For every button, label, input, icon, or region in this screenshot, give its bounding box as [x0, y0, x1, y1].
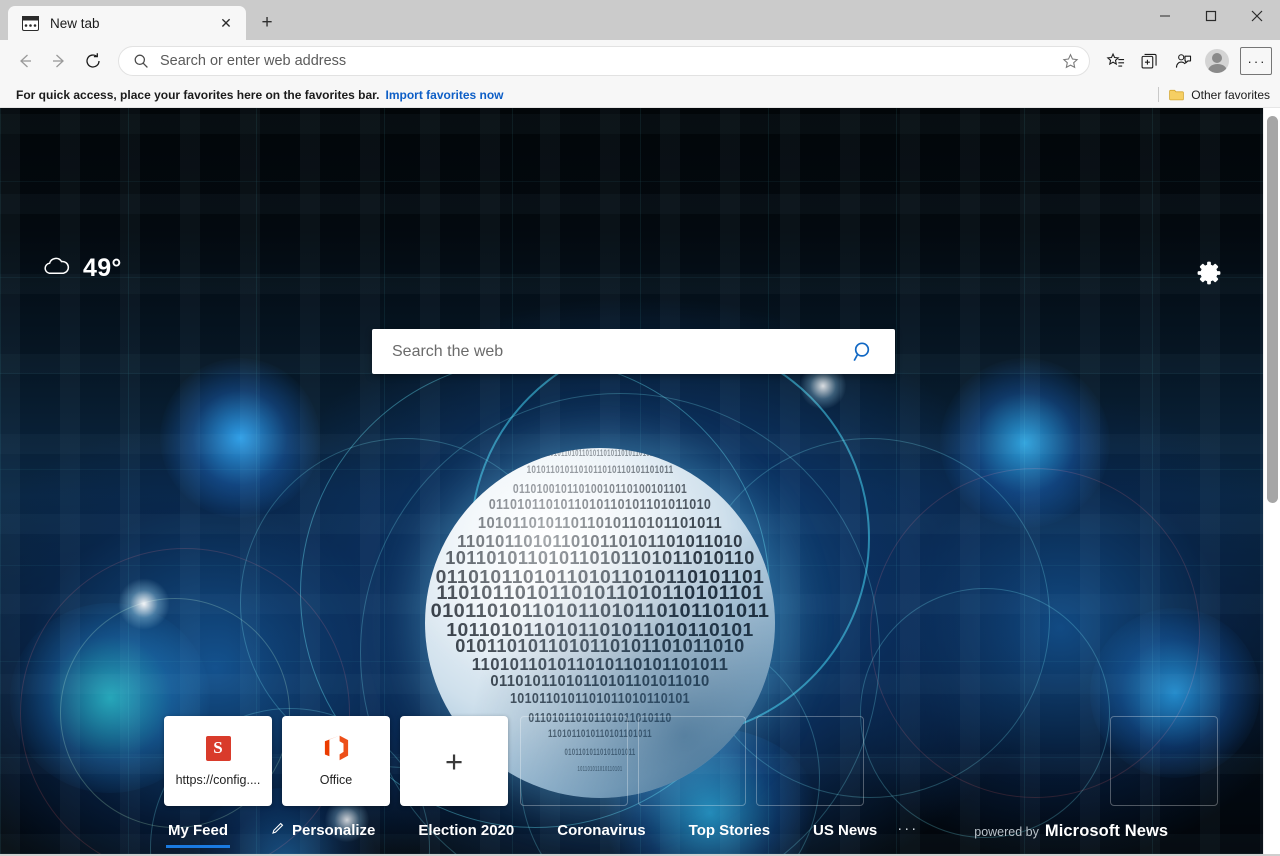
- shortcut-tile-label: https://config....: [176, 773, 261, 787]
- feed-tab-label: Coronavirus: [557, 822, 645, 839]
- plus-icon: +: [445, 746, 463, 777]
- feed-tab-label: US News: [813, 822, 877, 839]
- search-icon[interactable]: [849, 337, 879, 367]
- new-tab-button[interactable]: +: [252, 8, 282, 38]
- favicon-letter: S: [206, 736, 231, 761]
- import-favorites-link[interactable]: Import favorites now: [385, 88, 503, 102]
- feed-tab-label: Election 2020: [418, 822, 514, 839]
- scrollbar-thumb[interactable]: [1267, 116, 1278, 503]
- empty-tile: [638, 716, 746, 806]
- powered-by-badge: powered by Microsoft News: [974, 822, 1168, 841]
- other-favorites-button[interactable]: Other favorites: [1169, 88, 1270, 102]
- search-icon: [133, 53, 149, 69]
- toolbar-right-actions: ···: [1098, 45, 1272, 77]
- avatar: [1205, 49, 1229, 73]
- powered-by-prefix: powered by: [974, 825, 1039, 839]
- tab-title: New tab: [50, 16, 214, 31]
- new-tab-page-icon: [22, 16, 39, 31]
- folder-icon: [1169, 89, 1184, 101]
- feed-tab-us-news[interactable]: US News: [813, 822, 877, 841]
- shortcut-tile-office[interactable]: Office: [282, 716, 390, 806]
- feed-tab-label: Personalize: [292, 822, 375, 839]
- empty-tile-placeholders: [520, 716, 1218, 806]
- powered-by-brand: Microsoft News: [1045, 822, 1168, 841]
- cloud-icon: [42, 256, 70, 281]
- share-icon[interactable]: [1166, 45, 1200, 77]
- weather-temperature: 49°: [83, 254, 122, 283]
- web-search-box[interactable]: [372, 329, 895, 374]
- new-tab-page: 0111010010110100101101001011101011010110…: [0, 108, 1280, 854]
- refresh-icon[interactable]: [76, 45, 110, 77]
- feed-tab-personalize[interactable]: Personalize: [271, 821, 375, 841]
- browser-toolbar: ···: [0, 40, 1280, 82]
- web-search-input[interactable]: [392, 343, 849, 361]
- minimize-icon[interactable]: [1142, 0, 1188, 32]
- feed-tab-my-feed[interactable]: My Feed: [168, 822, 228, 841]
- favorites-list-icon[interactable]: [1098, 45, 1132, 77]
- favicon-letter-s: S: [205, 735, 231, 761]
- close-icon[interactable]: [1234, 0, 1280, 32]
- star-outline-icon[interactable]: [1055, 48, 1085, 74]
- browser-tab[interactable]: New tab ✕: [8, 6, 246, 40]
- feed-overflow-icon[interactable]: ···: [897, 820, 918, 837]
- shortcut-tile-config[interactable]: S https://config....: [164, 716, 272, 806]
- feed-tab-coronavirus[interactable]: Coronavirus: [557, 822, 645, 841]
- close-tab-icon[interactable]: ✕: [214, 11, 238, 35]
- weather-widget[interactable]: 49°: [42, 254, 122, 283]
- office-logo-icon: [323, 735, 349, 761]
- add-shortcut-tile[interactable]: +: [400, 716, 508, 806]
- maximize-icon[interactable]: [1188, 0, 1234, 32]
- gear-icon[interactable]: [1194, 258, 1224, 288]
- feed-tab-label: Top Stories: [689, 822, 770, 839]
- address-bar[interactable]: [118, 46, 1090, 76]
- favorites-separator: [1158, 87, 1159, 102]
- feed-tab-top-stories[interactable]: Top Stories: [689, 822, 770, 841]
- favorites-bar: For quick access, place your favorites h…: [0, 82, 1280, 108]
- back-arrow-icon[interactable]: [8, 45, 42, 77]
- empty-tile: [520, 716, 628, 806]
- collections-icon[interactable]: [1132, 45, 1166, 77]
- news-feed-nav: My Feed Personalize Election 2020 Corona…: [0, 808, 1280, 854]
- feed-tab-election-2020[interactable]: Election 2020: [418, 822, 514, 841]
- pencil-icon: [271, 821, 285, 839]
- empty-tile: [1110, 716, 1218, 806]
- empty-tile: [756, 716, 864, 806]
- shortcut-tiles: S https://config.... Office +: [164, 716, 508, 806]
- vertical-scrollbar[interactable]: [1263, 108, 1280, 854]
- address-input[interactable]: [149, 53, 1055, 69]
- feed-tab-label: My Feed: [168, 822, 228, 839]
- window-controls: [1142, 0, 1280, 40]
- forward-arrow-icon[interactable]: [42, 45, 76, 77]
- shortcut-tile-label: Office: [320, 773, 352, 787]
- account-avatar-icon[interactable]: [1200, 45, 1234, 77]
- favorites-hint: For quick access, place your favorites h…: [16, 88, 379, 102]
- other-favorites-label: Other favorites: [1191, 88, 1270, 102]
- title-bar: New tab ✕ +: [0, 0, 1280, 40]
- more-options-icon[interactable]: ···: [1240, 47, 1272, 75]
